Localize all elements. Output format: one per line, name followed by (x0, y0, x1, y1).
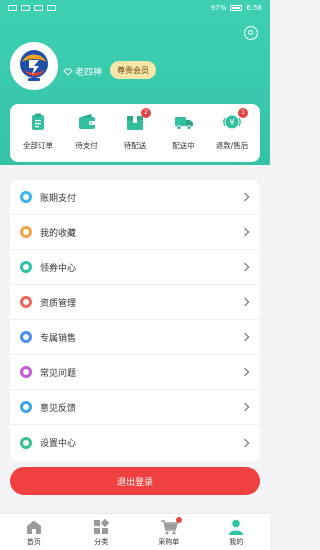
profile-icon (229, 519, 244, 535)
menu-item-label: 资质管理 (40, 298, 77, 309)
menu-item-exclusive-sales[interactable]: 专属销售 (10, 320, 260, 355)
username: 老四神 (63, 65, 102, 78)
menu-item-label: 设置中心 (40, 439, 77, 449)
menu-item-coupon-center[interactable]: 领券中心 (10, 250, 260, 285)
refund-badge: 1 (238, 108, 248, 118)
tab-label: 我的 (229, 538, 244, 546)
logout-label: 退出登录 (116, 477, 153, 488)
logout-button[interactable]: 退出登录 (10, 467, 260, 495)
menu-item-payment-term[interactable]: 账期支付 (10, 180, 260, 215)
chevron-right-icon (240, 192, 250, 202)
order-in-delivery-label: 配送中 (172, 141, 195, 150)
logo-icon (12, 44, 56, 88)
hd-signal-icon (8, 5, 17, 11)
wallet-icon (78, 114, 95, 129)
cellular-signal-icon (21, 5, 30, 11)
status-icons-right: 97% 6:56 (211, 4, 262, 12)
username-text: 老四神 (75, 68, 103, 78)
bottom-tab-bar: 首页 分类 采购单 我的 (0, 513, 270, 550)
chevron-right-icon (240, 227, 250, 237)
feedback-icon (20, 401, 32, 413)
order-pending-payment-label: 待支付 (75, 141, 98, 150)
chevron-right-icon (240, 367, 250, 377)
order-pending-payment-button[interactable]: 待支付 (63, 112, 111, 162)
menu-item-label: 意见反馈 (40, 403, 77, 414)
status-bar: 97% 6:56 (0, 0, 270, 16)
menu-item-label: 专属销售 (40, 333, 77, 344)
order-in-delivery-button[interactable]: 配送中 (160, 112, 208, 162)
tab-label: 首页 (26, 538, 41, 546)
wifi-icon (34, 5, 43, 11)
favorite-icon (20, 226, 32, 238)
vip-badge[interactable]: 尊贵会员 (110, 61, 156, 79)
truck-icon (174, 117, 193, 130)
chevron-right-icon (240, 262, 250, 272)
payment-term-icon (20, 191, 32, 203)
vip-label: 尊贵会员 (117, 65, 149, 75)
coupon-icon (20, 261, 32, 273)
qualification-icon (20, 296, 32, 308)
cart-icon (160, 520, 178, 535)
order-pending-delivery-button[interactable]: 2 待配送 (111, 108, 159, 162)
menu-item-faq[interactable]: 常见问题 (10, 355, 260, 390)
chevron-right-icon (240, 332, 250, 342)
menu-item-label: 账期支付 (40, 193, 77, 204)
tab-label: 分类 (94, 538, 109, 546)
menu-item-qualification[interactable]: 资质管理 (10, 285, 260, 320)
order-refund-label: 退款/售后 (215, 141, 249, 150)
menu-item-label: 我的收藏 (40, 228, 77, 239)
pending-delivery-badge: 2 (141, 108, 151, 118)
order-status-card: 全部订单 待支付 2 待配送 配送中 ¥ 1 退款/售后 (10, 104, 260, 162)
battery-percent: 97% (210, 4, 227, 12)
chevron-right-icon (240, 438, 250, 447)
category-icon (94, 519, 110, 534)
order-refund-button[interactable]: ¥ 1 退款/售后 (208, 108, 256, 162)
tab-home[interactable]: 首页 (4, 519, 64, 547)
diamond-icon (63, 68, 73, 76)
notification-icon (47, 5, 56, 11)
menu-list: 账期支付 我的收藏 领券中心 资质管理 专属销售 常见问题 意见反馈 设置中心 (10, 180, 260, 462)
chevron-right-icon (240, 402, 250, 412)
battery-icon (230, 5, 243, 11)
tab-label: 采购单 (158, 538, 180, 546)
home-icon (26, 520, 41, 534)
menu-item-feedback[interactable]: 意见反馈 (10, 390, 260, 425)
clock: 6:56 (246, 4, 262, 12)
tab-mine[interactable]: 我的 (206, 519, 266, 547)
tab-purchase-list[interactable]: 采购单 (139, 517, 199, 547)
menu-item-settings-center[interactable]: 设置中心 (10, 425, 260, 460)
faq-icon (20, 366, 32, 378)
order-all-button[interactable]: 全部订单 (14, 112, 62, 162)
status-icons-left (8, 5, 56, 11)
svg-text:¥: ¥ (229, 118, 234, 127)
settings-center-icon (20, 436, 32, 449)
order-pending-delivery-label: 待配送 (123, 141, 147, 150)
avatar[interactable] (10, 42, 58, 90)
settings-icon[interactable] (244, 26, 258, 40)
sales-icon (20, 331, 32, 343)
menu-item-favorites[interactable]: 我的收藏 (10, 215, 260, 250)
menu-item-label: 常见问题 (40, 368, 77, 379)
clipboard-icon (32, 113, 44, 130)
order-all-label: 全部订单 (23, 141, 53, 150)
menu-item-label: 领券中心 (40, 263, 77, 274)
chevron-right-icon (240, 297, 250, 307)
tab-category[interactable]: 分类 (71, 519, 131, 547)
cart-notification-dot (175, 517, 182, 523)
